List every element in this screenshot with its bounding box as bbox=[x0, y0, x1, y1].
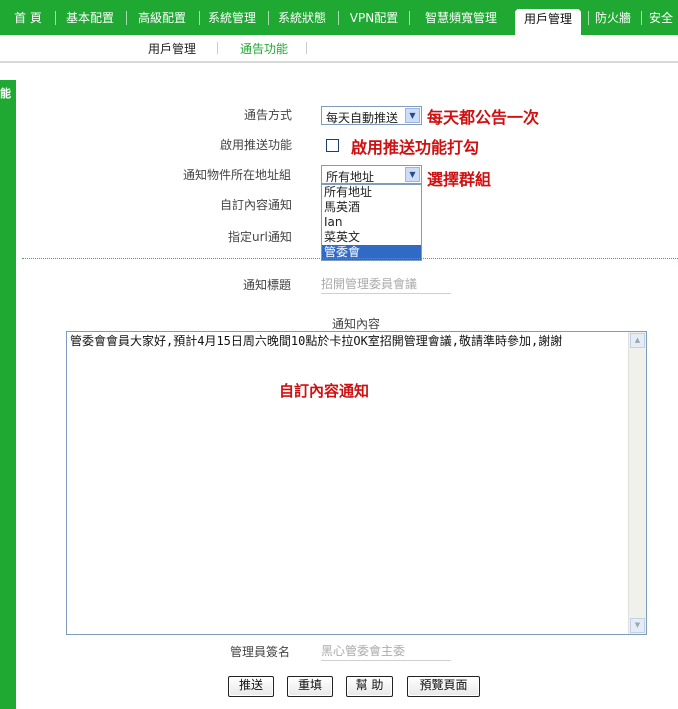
dropdown-option[interactable]: Ian bbox=[322, 215, 421, 230]
dropdown-option[interactable]: 菜英文 bbox=[322, 230, 421, 245]
notice-content-text: 管委會會員大家好,預計4月15日周六晚間10點於卡拉OK室招開管理會議,敬請準時… bbox=[70, 334, 563, 348]
textarea-scrollbar[interactable]: ▲ ▼ bbox=[628, 332, 646, 634]
content-annotation: 自訂內容通知 bbox=[279, 382, 370, 400]
tab-home[interactable]: 首 頁 bbox=[8, 6, 48, 30]
enable-push-label: 啟用推送功能 bbox=[220, 138, 293, 152]
enable-push-checkbox[interactable] bbox=[326, 139, 339, 152]
push-button[interactable]: 推送 bbox=[228, 676, 274, 697]
url-notice-label: 指定url通知 bbox=[228, 230, 292, 244]
left-sidebar-label: 能 bbox=[0, 87, 11, 100]
address-group-value: 所有地址 bbox=[326, 170, 375, 184]
notice-content-textarea[interactable]: 管委會會員大家好,預計4月15日周六晚間10點於卡拉OK室招開管理會議,敬請準時… bbox=[66, 331, 647, 635]
notice-title-input[interactable]: 招開管理委員會議 bbox=[321, 275, 451, 294]
tab-user-management[interactable]: 用戶管理 bbox=[515, 9, 581, 35]
tab-security[interactable]: 安全 bbox=[649, 6, 678, 30]
section-divider bbox=[22, 258, 678, 259]
sub-nav: 用戶管理 通告功能 bbox=[0, 35, 678, 63]
chevron-down-icon[interactable]: ▼ bbox=[405, 167, 420, 182]
tab-system-management[interactable]: 系統管理 bbox=[202, 6, 262, 30]
left-sidebar-strip bbox=[0, 80, 16, 709]
nav-divider bbox=[199, 11, 200, 25]
tab-system-status[interactable]: 系統狀態 bbox=[272, 6, 332, 30]
enable-push-annotation: 啟用推送功能打勾 bbox=[351, 138, 480, 157]
nav-divider bbox=[338, 11, 339, 25]
tab-advanced-config[interactable]: 高級配置 bbox=[131, 6, 193, 30]
tab-basic-config[interactable]: 基本配置 bbox=[60, 6, 120, 30]
nav-divider bbox=[268, 11, 269, 25]
signature-label: 管理員簽名 bbox=[230, 645, 291, 659]
nav-divider bbox=[126, 11, 127, 25]
scroll-up-icon[interactable]: ▲ bbox=[630, 333, 645, 348]
tab-bandwidth-management[interactable]: 智慧頻寬管理 bbox=[418, 6, 504, 30]
tab-firewall[interactable]: 防火牆 bbox=[591, 6, 635, 30]
scroll-down-icon[interactable]: ▼ bbox=[630, 618, 645, 633]
notice-title-label: 通知標題 bbox=[243, 278, 292, 292]
notify-method-annotation: 每天都公告一次 bbox=[427, 108, 540, 127]
chevron-down-icon[interactable]: ▼ bbox=[405, 108, 420, 123]
reset-button[interactable]: 重填 bbox=[287, 676, 333, 697]
nav-divider bbox=[641, 11, 642, 25]
nav-divider bbox=[588, 11, 589, 25]
help-button[interactable]: 幫 助 bbox=[346, 676, 393, 697]
dropdown-option[interactable]: 所有地址 bbox=[322, 185, 421, 200]
nav-divider bbox=[55, 11, 56, 25]
address-group-annotation: 選擇群組 bbox=[427, 170, 492, 189]
top-nav: 首 頁 基本配置 高級配置 系統管理 系統狀態 VPN配置 智慧頻寬管理 用戶管… bbox=[0, 0, 678, 35]
preview-button[interactable]: 預覽頁面 bbox=[407, 676, 480, 697]
address-group-select[interactable]: 所有地址 ▼ bbox=[321, 165, 422, 184]
address-group-dropdown: 所有地址 馬英酒 Ian 菜英文 管委會 bbox=[321, 184, 422, 261]
subtab-announcement[interactable]: 通告功能 bbox=[240, 40, 288, 57]
tab-vpn-config[interactable]: VPN配置 bbox=[343, 6, 405, 30]
notify-method-label: 通告方式 bbox=[244, 108, 293, 122]
custom-notice-label: 自訂內容通知 bbox=[220, 198, 293, 212]
address-group-label: 通知物件所在地址組 bbox=[183, 168, 292, 182]
nav-divider bbox=[409, 11, 410, 25]
dropdown-option[interactable]: 馬英酒 bbox=[322, 200, 421, 215]
subnav-divider bbox=[217, 42, 218, 54]
notice-content-label: 通知內容 bbox=[332, 317, 381, 331]
signature-input[interactable]: 黑心管委會主委 bbox=[321, 642, 451, 661]
subnav-divider bbox=[306, 42, 307, 54]
subtab-user-management[interactable]: 用戶管理 bbox=[148, 40, 196, 57]
notify-method-value: 每天自動推送 bbox=[326, 111, 399, 125]
notify-method-select[interactable]: 每天自動推送 ▼ bbox=[321, 106, 422, 125]
